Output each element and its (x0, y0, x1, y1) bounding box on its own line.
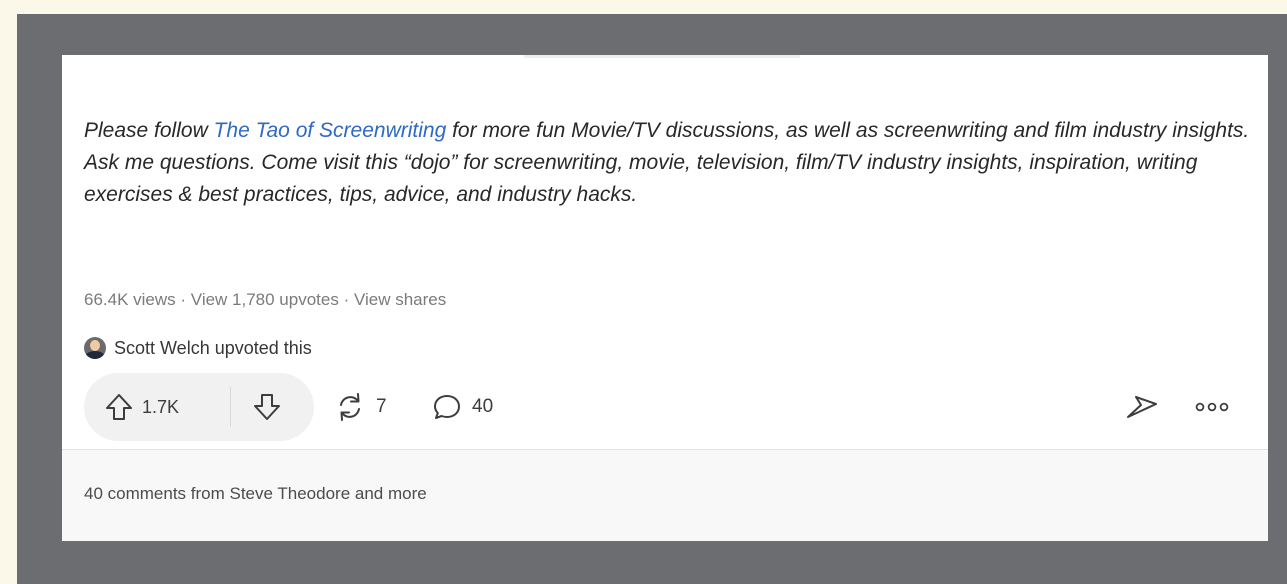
view-shares-link[interactable]: View shares (354, 290, 446, 309)
avatar[interactable] (84, 337, 106, 359)
post-text-before-link: Please follow (84, 119, 214, 142)
arrow-down-icon (252, 392, 282, 422)
post-body: Please follow The Tao of Screenwriting f… (84, 115, 1254, 211)
upvoted-by: Scott Welch upvoted this (84, 337, 312, 359)
arrow-up-icon (104, 392, 134, 422)
refresh-icon (334, 391, 366, 423)
image-edge (524, 55, 800, 58)
share-button[interactable]: 7 (334, 373, 387, 441)
space-link[interactable]: The Tao of Screenwriting (214, 119, 447, 142)
send-arrow-icon (1124, 392, 1160, 422)
meta-separator: · (338, 290, 354, 309)
downvote-button[interactable] (252, 373, 282, 441)
comments-section: 40 comments from Steve Theodore and more (62, 450, 1268, 541)
vote-divider (230, 387, 231, 427)
views-count: 66.4K views (84, 290, 176, 309)
send-button[interactable] (1124, 373, 1160, 441)
meta-separator: · (175, 290, 191, 309)
comment-count: 40 (472, 396, 494, 417)
more-options-button[interactable] (1194, 373, 1230, 441)
view-upvotes-link[interactable]: View 1,780 upvotes (191, 290, 339, 309)
share-count: 7 (376, 396, 387, 417)
upvoted-by-text: Scott Welch upvoted this (114, 337, 312, 358)
answer-card: Please follow The Tao of Screenwriting f… (62, 55, 1268, 541)
upvote-count: 1.7K (142, 396, 180, 417)
comments-summary-link[interactable]: 40 comments from Steve Theodore and more (84, 484, 427, 504)
more-dots-icon (1194, 401, 1230, 413)
action-bar: 1.7K 7 40 (84, 373, 1252, 441)
post-meta: 66.4K views · View 1,780 upvotes · View … (84, 290, 446, 310)
upvote-button[interactable]: 1.7K (104, 373, 179, 441)
comment-button[interactable]: 40 (432, 373, 493, 441)
comment-bubble-icon (432, 392, 462, 422)
